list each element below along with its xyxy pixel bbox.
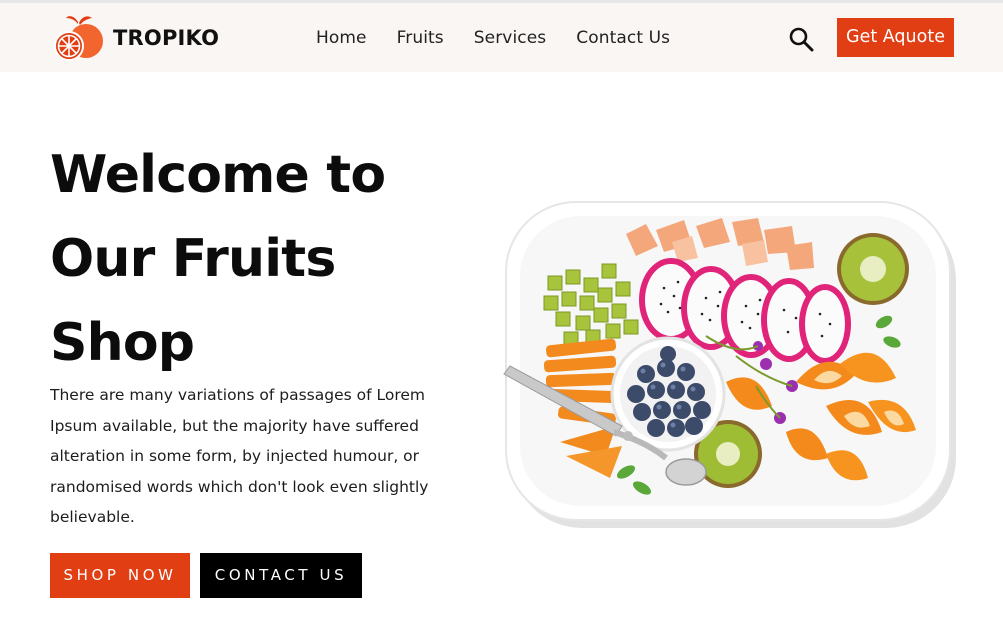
main-nav: Home Fruits Services Contact Us — [316, 25, 700, 51]
nav-item-contact-us[interactable]: Contact Us — [576, 25, 670, 51]
get-quote-button[interactable]: Get Aquote — [837, 18, 954, 57]
search-icon[interactable] — [788, 26, 814, 52]
nav-item-home[interactable]: Home — [316, 25, 367, 51]
orange-logo-icon — [54, 16, 103, 61]
hero-title: Welcome to Our Fruits Shop — [50, 133, 480, 385]
shop-now-button[interactable]: SHOP NOW — [50, 553, 190, 598]
brand-name: TROPIKO — [113, 26, 220, 50]
hero-title-line-1: Welcome to — [50, 145, 386, 205]
nav-item-services[interactable]: Services — [474, 25, 547, 51]
nav-item-fruits[interactable]: Fruits — [397, 25, 444, 51]
contact-us-button[interactable]: CONTACT US — [200, 553, 362, 598]
logo[interactable]: TROPIKO — [52, 13, 219, 63]
fruit-platter-image — [496, 196, 958, 532]
hero-description: There are many variations of passages of… — [50, 386, 429, 526]
hero-title-line-3: Shop — [50, 313, 195, 373]
site-header: TROPIKO Home Fruits Services Contact Us … — [0, 3, 1003, 72]
hero-title-line-2: Our Fruits — [50, 229, 336, 289]
